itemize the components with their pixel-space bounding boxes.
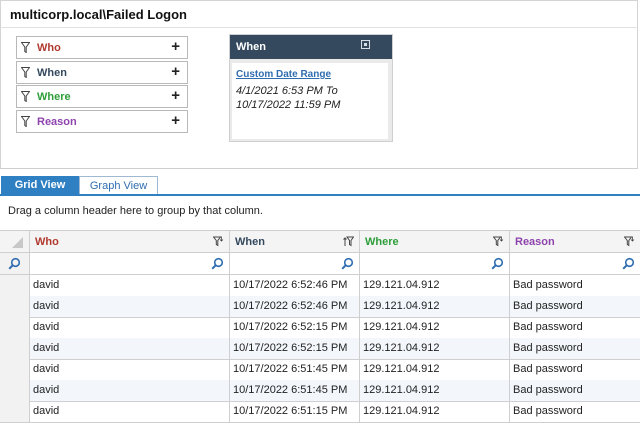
column-header-label: Reason — [515, 236, 555, 248]
add-filter-reason-button[interactable]: + — [171, 112, 180, 129]
column-header-label: Who — [35, 236, 59, 248]
column-header-who[interactable]: Who — [30, 231, 230, 253]
search-icon[interactable] — [491, 257, 504, 270]
select-all-corner[interactable] — [0, 231, 30, 253]
add-filter-when-button[interactable]: + — [171, 63, 180, 80]
cell-when: 10/17/2022 6:52:15 PM — [230, 338, 360, 360]
collapse-icon[interactable] — [361, 40, 370, 49]
filter-icon[interactable] — [493, 236, 504, 247]
cell-who: david — [30, 275, 230, 297]
tab-graph-view[interactable]: Graph View — [79, 176, 158, 194]
cell-when: 10/17/2022 6:51:15 PM — [230, 401, 360, 423]
results-grid: Who When Where Reason david 10/17/2022 6… — [0, 230, 640, 423]
row-selector[interactable] — [0, 401, 30, 423]
column-header-label: When — [235, 236, 265, 248]
cell-reason: Bad password — [510, 275, 640, 297]
filter-area: Who + When + Where + Reason + When Custo… — [0, 28, 638, 169]
view-tabs: Grid View Graph View — [0, 176, 640, 196]
row-selector[interactable] — [0, 380, 30, 402]
when-panel-header: When — [230, 35, 392, 59]
tab-grid-view[interactable]: Grid View — [1, 176, 79, 194]
column-header-reason[interactable]: Reason — [510, 231, 640, 253]
date-range-to: 10/17/2022 11:59 PM — [236, 99, 341, 111]
reason-filter-input[interactable] — [510, 253, 640, 275]
cell-who: david — [30, 317, 230, 339]
filter-who[interactable]: Who + — [16, 36, 188, 59]
filter-label-reason: Reason — [37, 116, 77, 128]
cell-when: 10/17/2022 6:52:15 PM — [230, 317, 360, 339]
table-row[interactable]: david 10/17/2022 6:52:15 PM 129.121.04.9… — [0, 317, 640, 339]
cell-who: david — [30, 380, 230, 402]
cell-who: david — [30, 359, 230, 381]
add-filter-where-button[interactable]: + — [171, 87, 180, 104]
filter-label-when: When — [37, 67, 67, 79]
row-selector[interactable] — [0, 296, 30, 318]
sort-filter-icon[interactable] — [343, 236, 354, 247]
filter-where[interactable]: Where + — [16, 85, 188, 108]
where-filter-input[interactable] — [360, 253, 510, 275]
cell-who: david — [30, 338, 230, 360]
filter-icon — [21, 116, 30, 127]
filter-icon — [21, 42, 30, 53]
search-icon[interactable] — [211, 257, 224, 270]
filter-label-who: Who — [37, 42, 61, 54]
cell-when: 10/17/2022 6:52:46 PM — [230, 275, 360, 297]
filter-row-indicator — [0, 253, 30, 275]
table-row[interactable]: david 10/17/2022 6:51:15 PM 129.121.04.9… — [0, 401, 640, 423]
filter-icon — [21, 67, 30, 78]
table-row[interactable]: david 10/17/2022 6:51:45 PM 129.121.04.9… — [0, 359, 640, 381]
row-selector[interactable] — [0, 317, 30, 339]
search-icon[interactable] — [622, 257, 635, 270]
cell-reason: Bad password — [510, 338, 640, 360]
add-filter-who-button[interactable]: + — [171, 38, 180, 55]
search-icon — [8, 257, 21, 270]
cell-reason: Bad password — [510, 296, 640, 318]
title-bar: multicorp.local\Failed Logon — [0, 0, 638, 28]
cell-reason: Bad password — [510, 380, 640, 402]
cell-where: 129.121.04.912 — [360, 338, 510, 360]
row-selector[interactable] — [0, 338, 30, 360]
grid-filter-row — [0, 253, 640, 275]
filter-icon — [21, 91, 30, 102]
group-by-hint: Drag a column header here to group by th… — [8, 205, 263, 217]
when-panel-body: Custom Date Range 4/1/2021 6:53 PM To 10… — [232, 63, 388, 139]
custom-date-range-link[interactable]: Custom Date Range — [236, 69, 331, 80]
filter-icon[interactable] — [624, 236, 635, 247]
cell-where: 129.121.04.912 — [360, 401, 510, 423]
cell-where: 129.121.04.912 — [360, 317, 510, 339]
table-row[interactable]: david 10/17/2022 6:52:46 PM 129.121.04.9… — [0, 275, 640, 297]
cell-when: 10/17/2022 6:51:45 PM — [230, 359, 360, 381]
filter-icon[interactable] — [213, 236, 224, 247]
row-selector[interactable] — [0, 359, 30, 381]
window-title: multicorp.local\Failed Logon — [10, 7, 187, 22]
cell-who: david — [30, 401, 230, 423]
filter-label-where: Where — [37, 91, 71, 103]
table-row[interactable]: david 10/17/2022 6:51:45 PM 129.121.04.9… — [0, 380, 640, 402]
cell-where: 129.121.04.912 — [360, 296, 510, 318]
who-filter-input[interactable] — [30, 253, 230, 275]
cell-where: 129.121.04.912 — [360, 359, 510, 381]
cell-reason: Bad password — [510, 359, 640, 381]
cell-where: 129.121.04.912 — [360, 275, 510, 297]
row-selector[interactable] — [0, 275, 30, 297]
table-row[interactable]: david 10/17/2022 6:52:46 PM 129.121.04.9… — [0, 296, 640, 318]
cell-who: david — [30, 296, 230, 318]
cell-where: 129.121.04.912 — [360, 380, 510, 402]
when-filter-input[interactable] — [230, 253, 360, 275]
search-icon[interactable] — [341, 257, 354, 270]
table-row[interactable]: david 10/17/2022 6:52:15 PM 129.121.04.9… — [0, 338, 640, 360]
when-panel-title: When — [236, 41, 266, 53]
grid-header-row: Who When Where Reason — [0, 231, 640, 253]
cell-when: 10/17/2022 6:51:45 PM — [230, 380, 360, 402]
cell-when: 10/17/2022 6:52:46 PM — [230, 296, 360, 318]
date-range-from: 4/1/2021 6:53 PM To — [236, 85, 338, 97]
filter-when[interactable]: When + — [16, 61, 188, 84]
cell-reason: Bad password — [510, 401, 640, 423]
filter-reason[interactable]: Reason + — [16, 110, 188, 133]
cell-reason: Bad password — [510, 317, 640, 339]
column-header-when[interactable]: When — [230, 231, 360, 253]
when-panel: When Custom Date Range 4/1/2021 6:53 PM … — [229, 34, 393, 142]
column-header-where[interactable]: Where — [360, 231, 510, 253]
column-header-label: Where — [365, 236, 399, 248]
